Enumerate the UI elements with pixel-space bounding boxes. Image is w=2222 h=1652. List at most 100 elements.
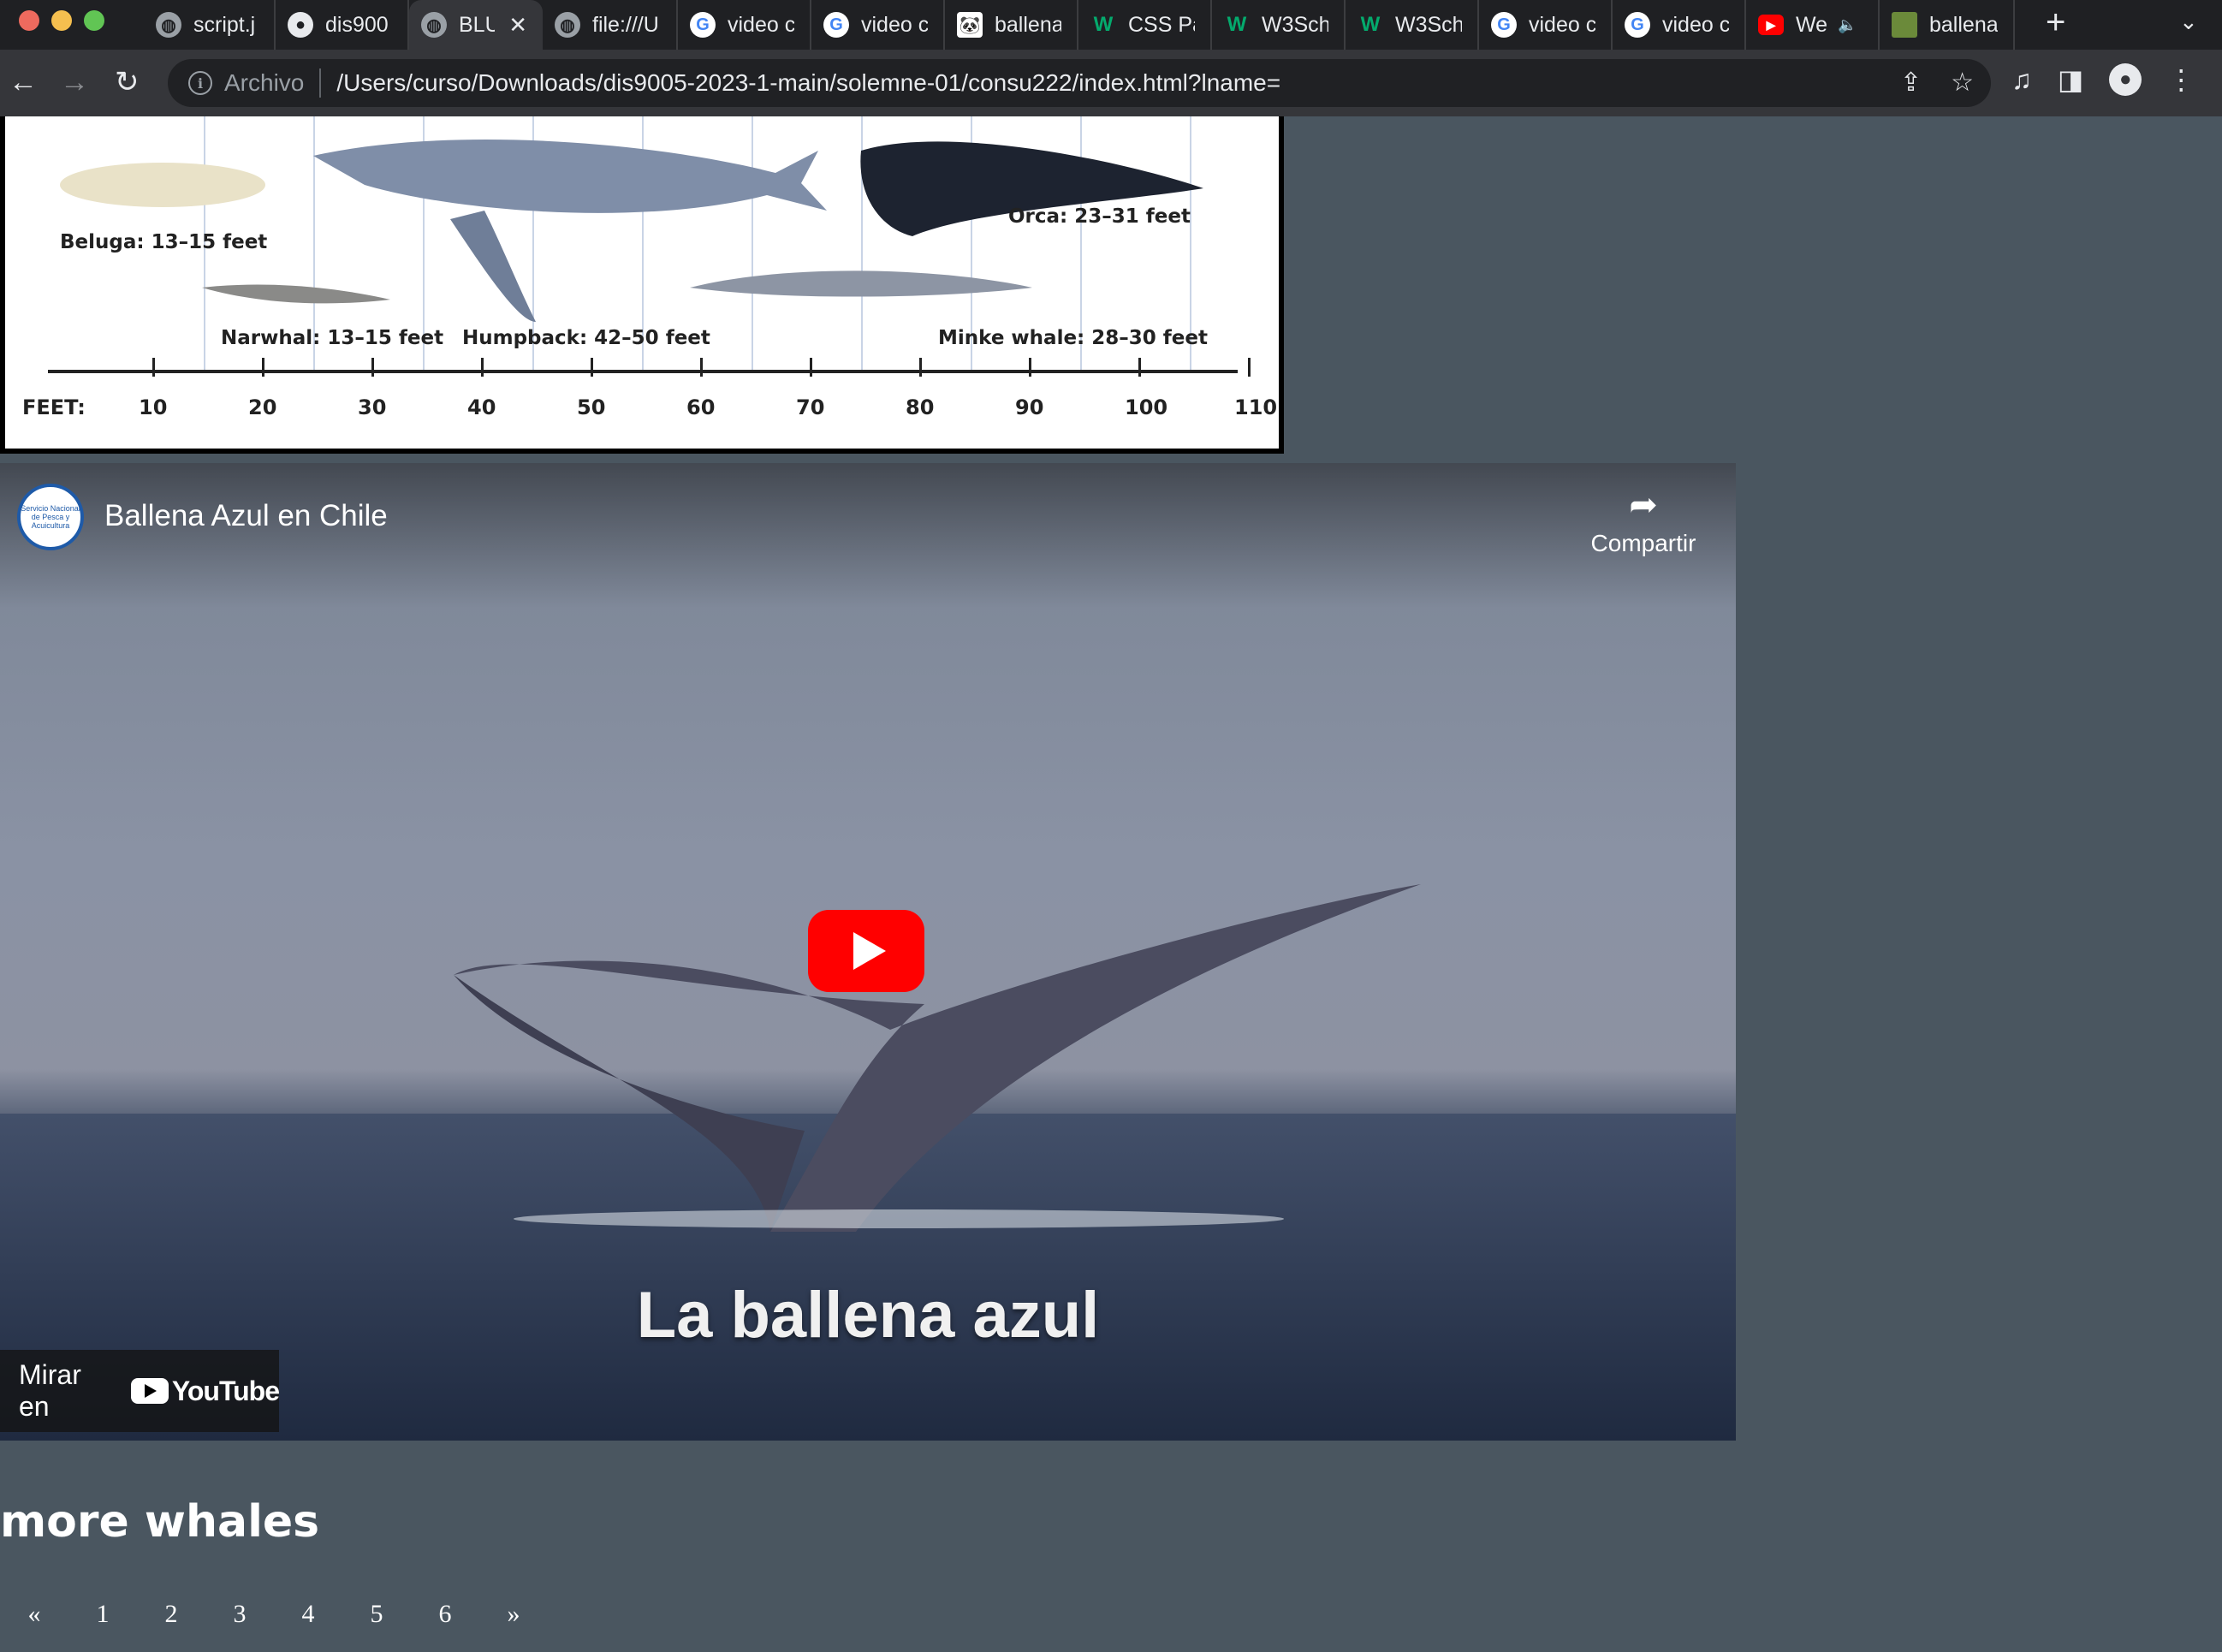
tab-list: ◍ script.j ● dis900 ◍ BLU ✕ ◍ file:///U …	[144, 0, 2015, 50]
media-control-icon[interactable]: ♫	[2011, 64, 2032, 96]
browser-tab-active[interactable]: ◍ BLU ✕	[409, 0, 543, 50]
youtube-logo: YouTube	[130, 1375, 280, 1407]
close-tab-icon[interactable]: ✕	[508, 12, 527, 39]
feet-axis-tick	[700, 358, 703, 377]
forward-icon[interactable]: →	[60, 65, 89, 99]
feet-axis-tick-label: 80	[906, 395, 935, 419]
new-tab-button[interactable]: +	[2046, 3, 2065, 42]
share-icon[interactable]: ⇪	[1900, 68, 1922, 98]
tab-title: video c	[1529, 12, 1595, 37]
feet-axis-tick-label: 60	[686, 395, 716, 419]
bookmark-star-icon[interactable]: ☆	[1951, 68, 1974, 98]
whale-size-image: Beluga: 13–15 feet Narwhal: 13–15 feet H…	[0, 116, 1284, 454]
pagination-page[interactable]: 6	[411, 1594, 479, 1635]
profile-avatar-icon[interactable]: ●	[2109, 63, 2142, 96]
feet-axis-tick	[1138, 358, 1141, 377]
url-text[interactable]: /Users/curso/Downloads/dis9005-2023-1-ma…	[336, 69, 1280, 97]
feet-axis-tick	[591, 358, 593, 377]
feet-axis-tick-label: 70	[796, 395, 825, 419]
share-label: Compartir	[1590, 530, 1696, 556]
menu-kebab-icon[interactable]: ⋮	[2167, 63, 2195, 96]
google-icon: G	[823, 12, 849, 38]
tab-title: ballena	[1929, 12, 1998, 37]
tab-title: dis900	[325, 12, 389, 37]
share-button[interactable]: ➦ Compartir	[1575, 485, 1712, 557]
browser-tab[interactable]: G video c	[1479, 0, 1613, 50]
browser-tab[interactable]: G video c	[811, 0, 945, 50]
divider	[319, 68, 322, 98]
pagination-page[interactable]: 3	[205, 1594, 274, 1635]
pagination-page[interactable]: 2	[137, 1594, 205, 1635]
feet-axis-line	[48, 370, 1238, 373]
feet-axis-tick	[371, 358, 374, 377]
browser-tab[interactable]: ◍ script.j	[144, 0, 276, 50]
globe-icon: ◍	[156, 12, 181, 38]
close-window-button[interactable]	[19, 10, 39, 31]
youtube-embed[interactable]: Servicio Nacional de Pesca y Acuicultura…	[0, 463, 1736, 1441]
address-bar[interactable]: i Archivo /Users/curso/Downloads/dis9005…	[168, 59, 1991, 107]
tab-title: video c	[861, 12, 928, 37]
tab-title: video c	[1662, 12, 1729, 37]
speaker-icon[interactable]: 🔈	[1838, 16, 1857, 34]
browser-tab[interactable]: W W3Sch	[1212, 0, 1346, 50]
tab-title: We	[1796, 12, 1828, 37]
reload-icon[interactable]: ↻	[115, 65, 140, 99]
browser-tab[interactable]: ballena	[1880, 0, 2015, 50]
feet-axis-tick-label: 90	[1015, 395, 1044, 419]
watch-on-youtube-button[interactable]: Mirar en YouTube	[0, 1350, 280, 1432]
browser-tab[interactable]: W W3Sch	[1346, 0, 1479, 50]
browser-tab[interactable]: G video c	[1613, 0, 1746, 50]
browser-tab[interactable]: G video c	[678, 0, 811, 50]
feet-axis-tick-label: 100	[1125, 395, 1168, 419]
browser-tab[interactable]: W CSS Pa	[1078, 0, 1212, 50]
w3schools-icon: W	[1360, 13, 1381, 36]
pagination-next[interactable]: »	[479, 1594, 548, 1635]
feet-axis-tick	[919, 358, 922, 377]
feet-axis-tick	[1248, 358, 1251, 377]
browser-tab-strip: ◍ script.j ● dis900 ◍ BLU ✕ ◍ file:///U …	[0, 0, 2222, 50]
video-top-gradient	[0, 463, 1736, 609]
feet-axis-tick-label: 110	[1234, 395, 1278, 419]
browser-tab[interactable]: ◍ file:///U	[543, 0, 678, 50]
pagination-prev[interactable]: «	[0, 1594, 68, 1635]
security-chip-label: Archivo	[224, 69, 305, 96]
pagination-page[interactable]: 5	[342, 1594, 411, 1635]
side-panel-icon[interactable]: ◨	[2058, 63, 2083, 96]
minimize-window-button[interactable]	[51, 10, 72, 31]
share-arrow-icon: ➦	[1629, 486, 1658, 524]
feet-axis-tick-label: 50	[577, 395, 606, 419]
whale-label-narwhal: Narwhal: 13–15 feet	[221, 327, 444, 349]
tab-search-button[interactable]: ⌄	[2179, 9, 2198, 35]
feet-axis-tick	[262, 358, 264, 377]
feet-axis-tick-label: 10	[139, 395, 168, 419]
tab-title: CSS Pa	[1128, 12, 1195, 37]
pagination-page[interactable]: 4	[274, 1594, 342, 1635]
youtube-play-icon	[130, 1378, 169, 1404]
play-button[interactable]	[808, 910, 924, 992]
youtube-icon: ▶	[1758, 15, 1784, 35]
browser-tab[interactable]: 🐼 ballena	[945, 0, 1078, 50]
address-bar-actions: ⇪ ☆	[1900, 68, 1974, 98]
tab-title: script.j	[193, 12, 256, 37]
youtube-wordmark: YouTube	[171, 1375, 280, 1406]
tab-title: ballena	[995, 12, 1061, 37]
humpback-fin-illustration	[450, 211, 536, 322]
video-caption: La ballena azul	[636, 1279, 1100, 1352]
w3schools-icon: W	[1093, 13, 1114, 36]
maximize-window-button[interactable]	[84, 10, 104, 31]
browser-tab[interactable]: ▶ We 🔈	[1746, 0, 1880, 50]
feet-axis-tick	[810, 358, 812, 377]
section-title: more whales	[0, 1496, 320, 1548]
feet-axis-label: FEET:	[22, 395, 86, 419]
channel-avatar[interactable]: Servicio Nacional de Pesca y Acuicultura	[17, 484, 84, 550]
watch-on-label: Mirar en	[19, 1359, 81, 1422]
google-icon: G	[1491, 12, 1517, 38]
pagination-page[interactable]: 1	[68, 1594, 137, 1635]
google-icon: G	[690, 12, 716, 38]
video-title[interactable]: Ballena Azul en Chile	[104, 499, 388, 533]
image-icon	[1892, 12, 1917, 38]
back-icon[interactable]: ←	[9, 65, 38, 99]
info-icon[interactable]: i	[188, 71, 212, 95]
feet-axis-tick	[1029, 358, 1031, 377]
browser-tab[interactable]: ● dis900	[276, 0, 409, 50]
